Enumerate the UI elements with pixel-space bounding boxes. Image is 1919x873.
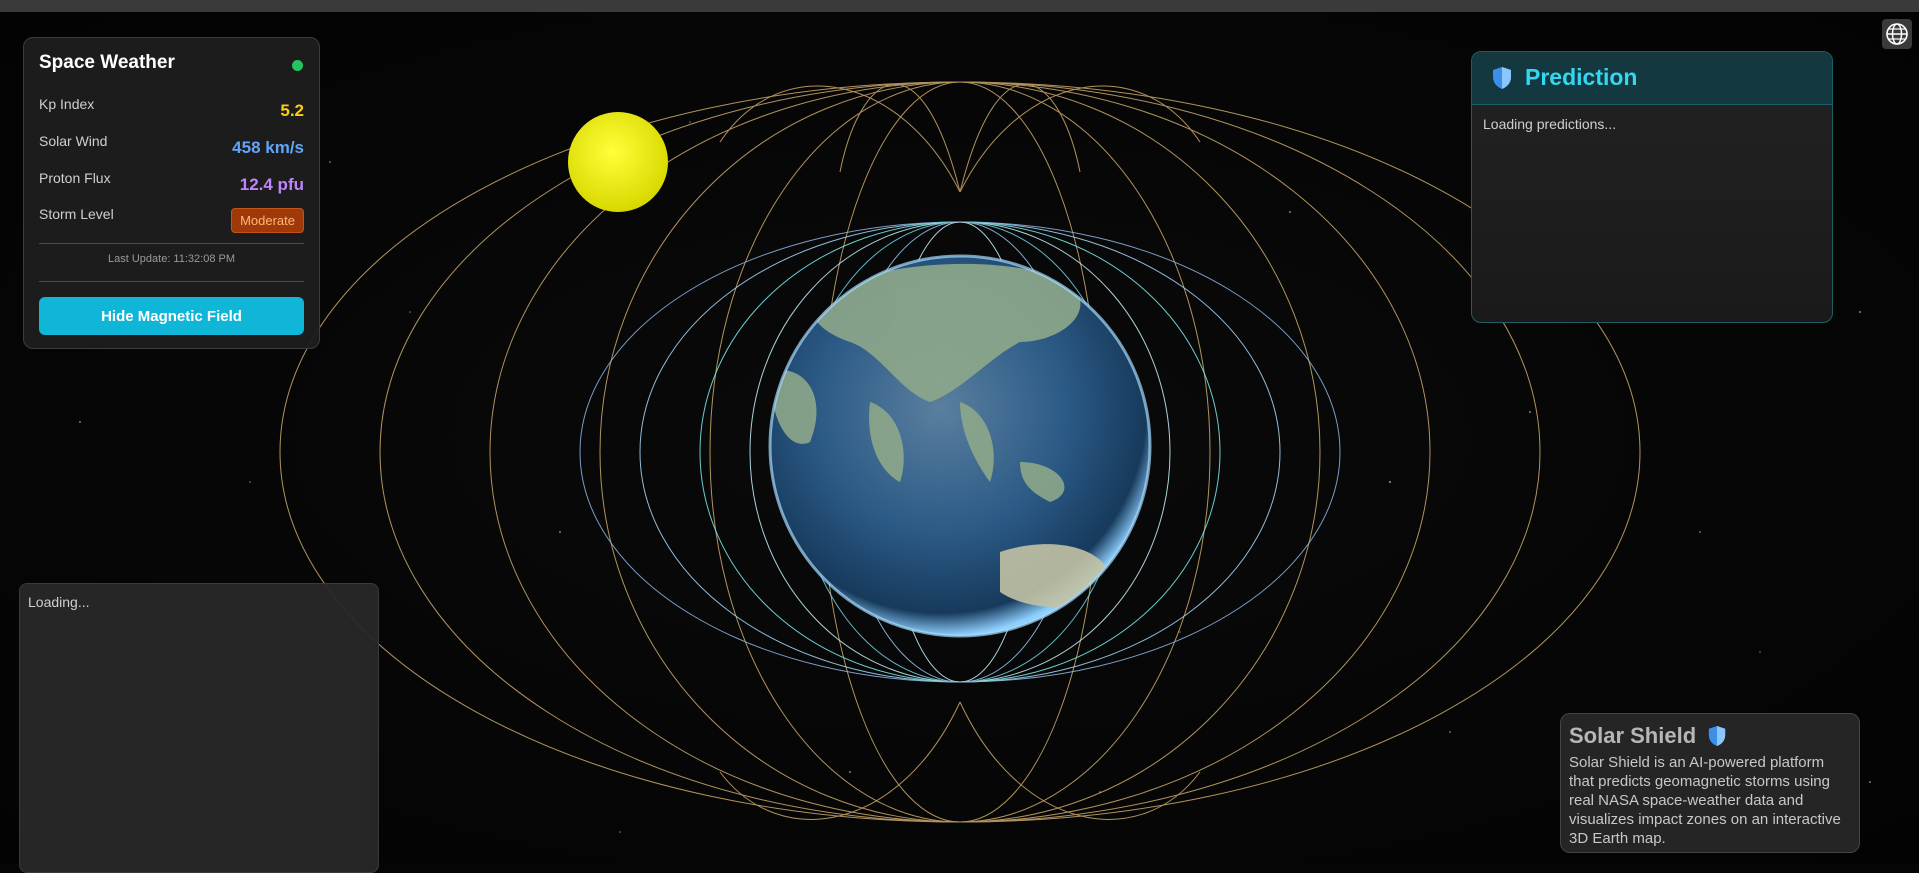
solar-wind-row: Solar Wind 458 km/s bbox=[39, 133, 304, 159]
proton-flux-row: Proton Flux 12.4 pfu bbox=[39, 170, 304, 196]
storm-level-badge: Moderate bbox=[231, 208, 304, 233]
prediction-panel: Prediction Loading predictions... bbox=[1471, 51, 1833, 323]
proton-flux-value: 12.4 pfu bbox=[239, 175, 304, 194]
hide-magnetic-field-button[interactable]: Hide Magnetic Field bbox=[39, 297, 304, 335]
space-weather-panel: Space Weather Kp Index 5.2 Solar Wind 45… bbox=[23, 37, 320, 349]
earth-globe[interactable] bbox=[768, 254, 1152, 638]
prediction-header: Prediction bbox=[1472, 52, 1832, 105]
loading-text: Loading... bbox=[28, 594, 90, 610]
solar-wind-label: Solar Wind bbox=[39, 133, 108, 149]
kp-index-value: 5.2 bbox=[280, 101, 304, 120]
loading-panel: Loading... bbox=[19, 583, 379, 873]
sun[interactable] bbox=[568, 112, 668, 212]
storm-level-row: Storm Level Moderate bbox=[39, 206, 304, 233]
solar-wind-value: 458 km/s bbox=[232, 138, 304, 157]
prediction-title: Prediction bbox=[1525, 64, 1638, 90]
storm-level-label: Storm Level bbox=[39, 206, 114, 222]
about-panel: Solar Shield Solar Shield is an AI-power… bbox=[1560, 713, 1860, 853]
globe-button[interactable] bbox=[1882, 19, 1912, 49]
kp-index-row: Kp Index 5.2 bbox=[39, 96, 304, 122]
globe-icon bbox=[1886, 23, 1908, 45]
panel-title: Space Weather bbox=[39, 52, 175, 73]
status-dot-icon bbox=[292, 60, 303, 71]
divider bbox=[39, 243, 304, 244]
kp-index-label: Kp Index bbox=[39, 96, 95, 112]
last-update-text: Last Update: 11:32:08 PM bbox=[108, 253, 235, 265]
about-title: Solar Shield bbox=[1569, 723, 1697, 748]
prediction-body: Loading predictions... bbox=[1483, 116, 1617, 132]
proton-flux-label: Proton Flux bbox=[39, 170, 111, 186]
about-description: Solar Shield is an AI-powered platform t… bbox=[1569, 754, 1841, 847]
shield-icon bbox=[1708, 726, 1725, 746]
shield-icon bbox=[1493, 67, 1511, 89]
divider bbox=[39, 281, 304, 282]
